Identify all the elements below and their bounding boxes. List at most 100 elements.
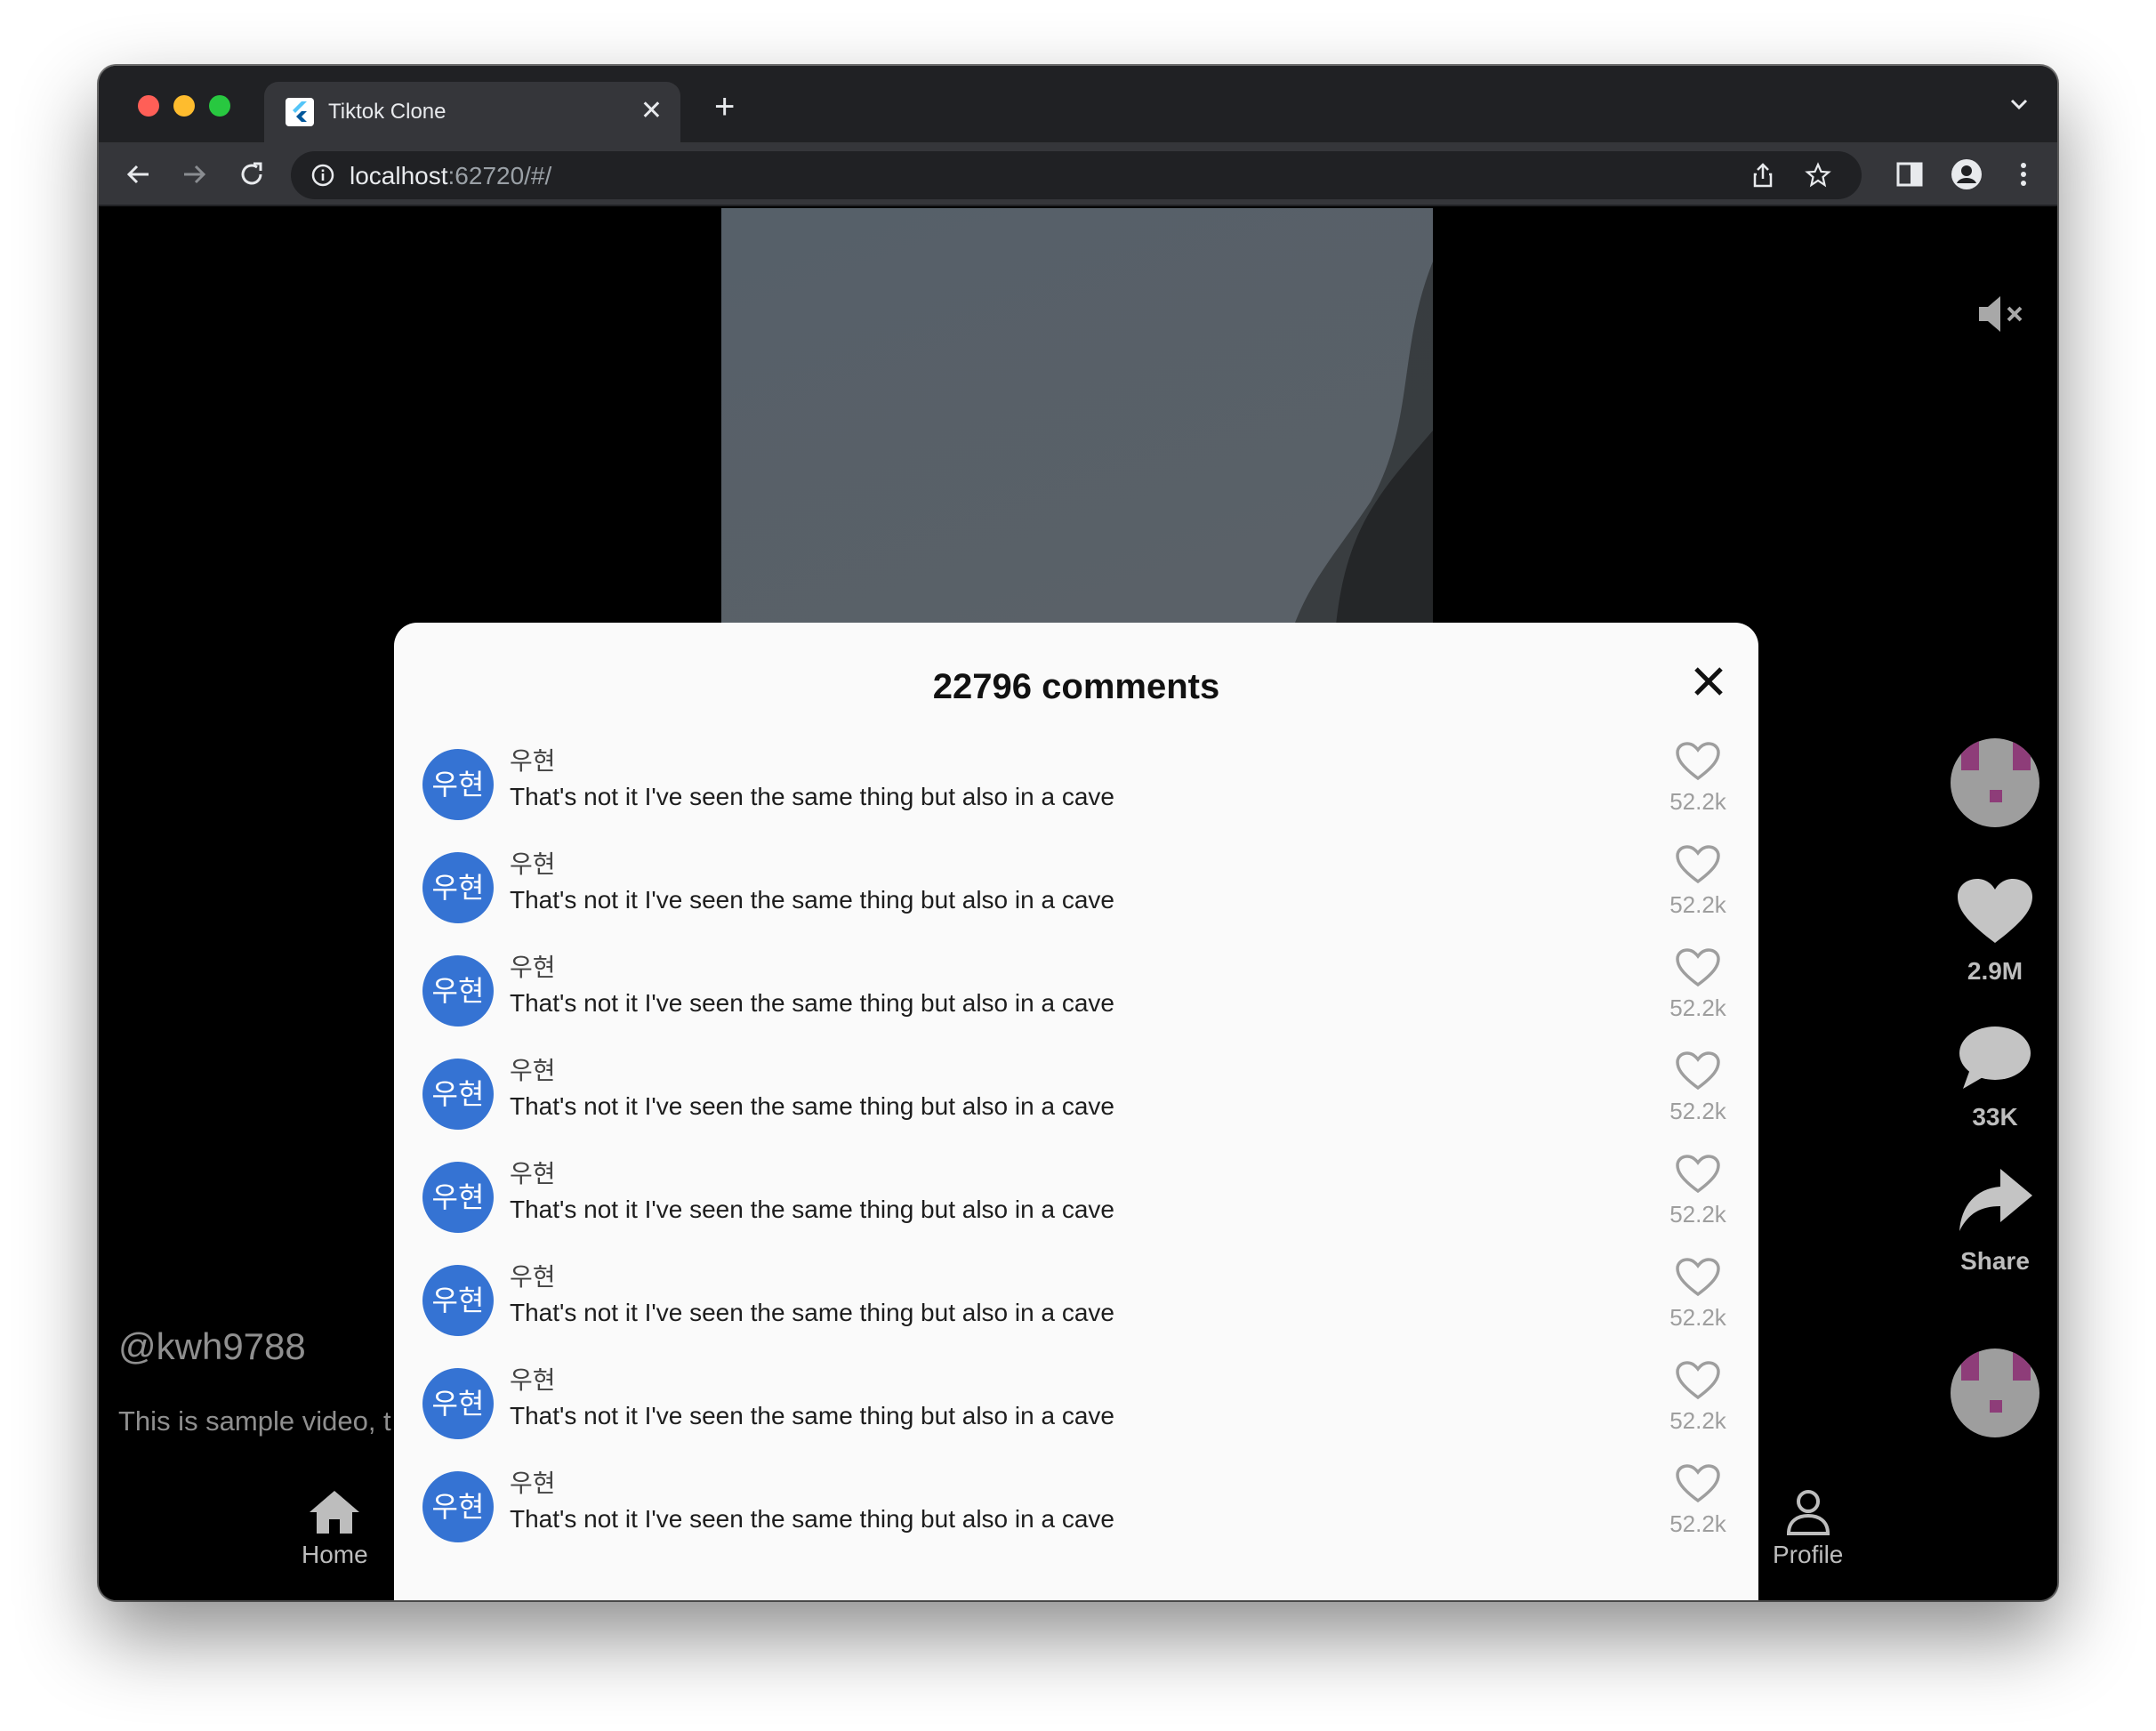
comment-author[interactable]: 우현 xyxy=(510,1051,556,1087)
heart-outline-icon xyxy=(1676,1361,1720,1400)
comment-like-button[interactable]: 52.2k xyxy=(1666,742,1730,816)
app-page: 2.9M 33K Share @kwh9788 This is sample v… xyxy=(99,208,2057,1600)
creator-avatar[interactable] xyxy=(1951,738,2039,827)
chevron-down-icon[interactable] xyxy=(2007,93,2031,120)
comment-author[interactable]: 우현 xyxy=(510,1258,556,1293)
share-arrow-icon xyxy=(1959,1169,2032,1231)
tab-close-icon[interactable]: ✕ xyxy=(640,94,663,128)
comment-avatar[interactable]: 우현 xyxy=(422,1162,494,1233)
comment-text: That's not it I've seen the same thing b… xyxy=(510,989,1114,1017)
comment-like-button[interactable]: 52.2k xyxy=(1666,1361,1730,1435)
minimize-window-button[interactable] xyxy=(173,95,195,117)
heart-outline-icon xyxy=(1676,1155,1720,1194)
comment-like-count: 52.2k xyxy=(1669,1510,1726,1537)
volume-mute-icon[interactable] xyxy=(1977,294,2029,339)
flutter-icon xyxy=(286,98,314,126)
nav-profile[interactable]: Profile xyxy=(1773,1489,1843,1569)
comment-item: 우현 우현 That's not it I've seen the same thi… xyxy=(394,845,1758,948)
browser-window: Tiktok Clone ✕ + localhost:62720/#/ 2.9M… xyxy=(99,66,2057,1600)
comment-like-button[interactable]: 52.2k xyxy=(1666,1155,1730,1228)
comment-like-button[interactable]: 52.2k xyxy=(1666,845,1730,919)
nav-home[interactable]: Home xyxy=(302,1489,368,1569)
comment-like-count: 52.2k xyxy=(1669,1098,1726,1124)
comment-item: 우현 우현 That's not it I've seen the same thi… xyxy=(394,1361,1758,1464)
comment-author[interactable]: 우현 xyxy=(510,948,556,984)
comment-avatar[interactable]: 우현 xyxy=(422,749,494,820)
comment-item: 우현 우현 That's not it I've seen the same thi… xyxy=(394,742,1758,845)
reload-icon[interactable] xyxy=(236,158,268,190)
share-action[interactable]: Share xyxy=(1942,1169,2048,1276)
heart-outline-icon xyxy=(1676,1051,1720,1091)
tab-title: Tiktok Clone xyxy=(328,100,446,124)
comment-avatar[interactable]: 우현 xyxy=(422,852,494,923)
comment-like-count: 52.2k xyxy=(1669,788,1726,815)
address-bar[interactable]: localhost:62720/#/ xyxy=(291,151,1862,199)
browser-toolbar: localhost:62720/#/ xyxy=(99,142,2057,206)
comment-avatar[interactable]: 우현 xyxy=(422,1265,494,1336)
heart-outline-icon xyxy=(1676,845,1720,884)
comment-count: 33K xyxy=(1972,1103,2018,1131)
like-action[interactable]: 2.9M xyxy=(1942,879,2048,986)
forward-arrow-icon[interactable] xyxy=(179,158,211,190)
profile-account-icon[interactable] xyxy=(1951,158,1983,195)
heart-outline-icon xyxy=(1676,948,1720,987)
comment-author[interactable]: 우현 xyxy=(510,1464,556,1500)
video-description: This is sample video, t xyxy=(118,1405,391,1437)
like-count: 2.9M xyxy=(1967,957,2023,985)
comment-like-button[interactable]: 52.2k xyxy=(1666,1258,1730,1332)
home-icon xyxy=(310,1491,360,1534)
comment-avatar[interactable]: 우현 xyxy=(422,1471,494,1542)
close-icon[interactable] xyxy=(1687,660,1730,703)
comment-like-button[interactable]: 52.2k xyxy=(1666,948,1730,1022)
bookmark-star-icon[interactable] xyxy=(1805,162,1831,193)
comment-like-button[interactable]: 52.2k xyxy=(1666,1051,1730,1125)
url-host: localhost xyxy=(350,162,448,189)
url-text: localhost:62720/#/ xyxy=(350,162,551,190)
comment-text: That's not it I've seen the same thing b… xyxy=(510,1196,1114,1223)
back-arrow-icon[interactable] xyxy=(122,158,154,190)
nav-home-label: Home xyxy=(302,1541,368,1568)
close-window-button[interactable] xyxy=(138,95,159,117)
heart-outline-icon xyxy=(1676,1464,1720,1503)
info-icon[interactable] xyxy=(310,163,335,192)
side-panel-icon[interactable] xyxy=(1894,158,1926,195)
comment-author[interactable]: 우현 xyxy=(510,742,556,777)
comments-title: 22796 comments xyxy=(932,667,1220,706)
more-menu-icon[interactable] xyxy=(2007,158,2039,195)
nav-profile-label: Profile xyxy=(1773,1541,1844,1568)
comment-avatar[interactable]: 우현 xyxy=(422,955,494,1027)
new-tab-button[interactable]: + xyxy=(714,89,735,125)
comment-item: 우현 우현 That's not it I've seen the same thi… xyxy=(394,1051,1758,1155)
comment-like-count: 52.2k xyxy=(1669,891,1726,918)
video-username[interactable]: @kwh9788 xyxy=(118,1325,306,1368)
share-label: Share xyxy=(1960,1247,2030,1275)
comment-like-count: 52.2k xyxy=(1669,1407,1726,1434)
comment-item: 우현 우현 That's not it I've seen the same thi… xyxy=(394,1155,1758,1258)
comment-author[interactable]: 우현 xyxy=(510,1155,556,1190)
comment-text: That's not it I've seen the same thing b… xyxy=(510,1092,1114,1120)
heart-outline-icon xyxy=(1676,742,1720,781)
comment-author[interactable]: 우현 xyxy=(510,845,556,881)
share-page-icon[interactable] xyxy=(1750,162,1776,193)
person-icon xyxy=(1786,1490,1830,1535)
comment-text: That's not it I've seen the same thing b… xyxy=(510,783,1114,810)
comment-like-button[interactable]: 52.2k xyxy=(1666,1464,1730,1538)
title-bar: Tiktok Clone ✕ + xyxy=(99,66,2057,142)
comment-text: That's not it I've seen the same thing b… xyxy=(510,1299,1114,1326)
maximize-window-button[interactable] xyxy=(209,95,230,117)
comment-text: That's not it I've seen the same thing b… xyxy=(510,886,1114,914)
comment-item: 우현 우현 That's not it I've seen the same thi… xyxy=(394,948,1758,1051)
comment-author[interactable]: 우현 xyxy=(510,1361,556,1397)
comment-avatar[interactable]: 우현 xyxy=(422,1368,494,1439)
heart-icon xyxy=(1958,879,2032,943)
browser-tab[interactable]: Tiktok Clone ✕ xyxy=(264,82,680,142)
comment-like-count: 52.2k xyxy=(1669,1201,1726,1228)
comment-action[interactable]: 33K xyxy=(1942,1025,2048,1131)
comment-text: That's not it I've seen the same thing b… xyxy=(510,1402,1114,1429)
comment-like-count: 52.2k xyxy=(1669,994,1726,1021)
comment-like-count: 52.2k xyxy=(1669,1304,1726,1331)
heart-outline-icon xyxy=(1676,1258,1720,1297)
comment-avatar[interactable]: 우현 xyxy=(422,1059,494,1130)
music-disc-avatar[interactable] xyxy=(1951,1349,2039,1437)
comment-bubble-icon xyxy=(1959,1027,2031,1089)
